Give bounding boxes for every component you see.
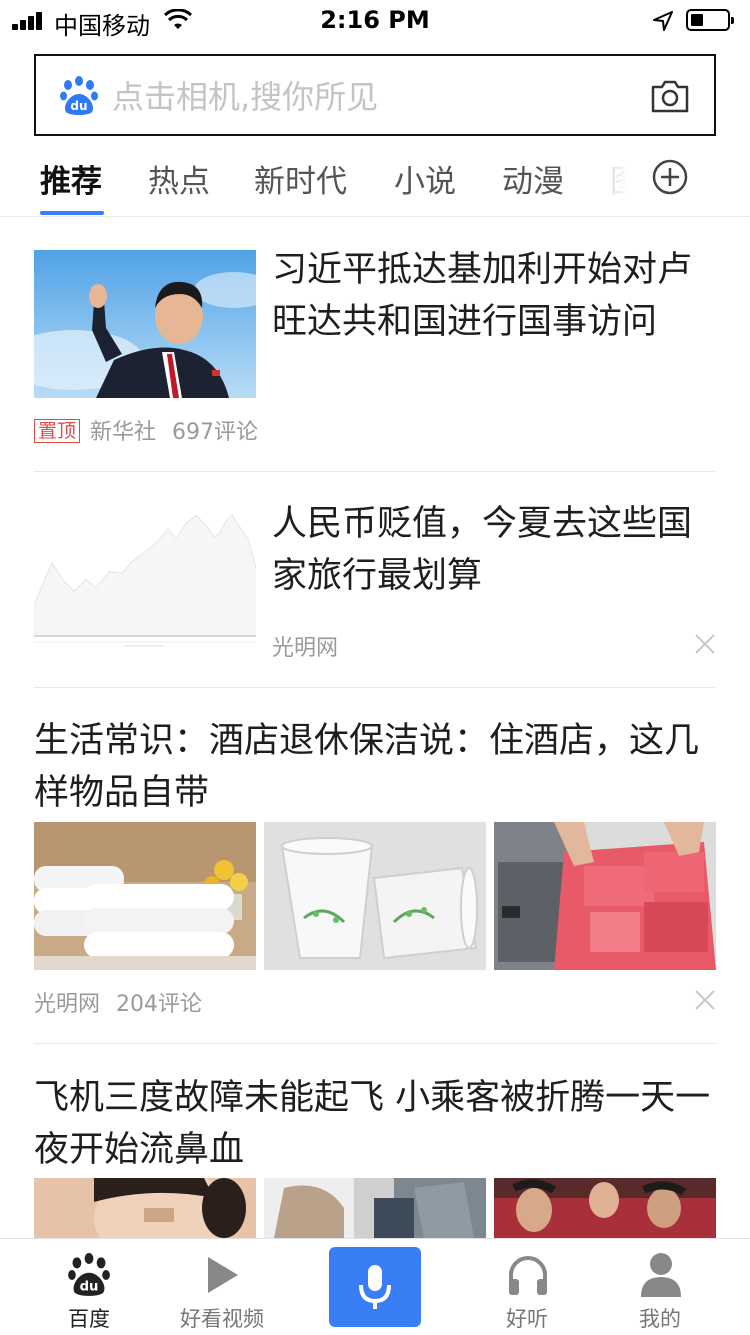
channel-tabs: 推荐 热点 新时代 小说 动漫 图 (0, 150, 750, 217)
feed-divider (34, 471, 716, 472)
baidu-paw-icon: du (60, 76, 98, 115)
news-title[interactable]: 飞机三度故障未能起飞 小乘客被折腾一天一夜开始流鼻血 (34, 1072, 724, 1176)
nav-profile-label: 我的 (639, 1307, 681, 1331)
search-input[interactable] (110, 70, 624, 124)
search-bar[interactable]: du (34, 54, 716, 136)
headphones-icon (509, 1256, 547, 1295)
dismiss-icon[interactable] (694, 633, 716, 655)
feed-divider (34, 1043, 716, 1044)
nav-haokan-video[interactable]: 好看视频 (167, 1239, 277, 1335)
news-thumbnail[interactable] (34, 500, 256, 652)
news-image[interactable] (494, 822, 716, 970)
nav-haoting-label: 好听 (506, 1307, 548, 1331)
nav-haokan-video-label: 好看视频 (180, 1307, 264, 1331)
news-comment-count: 204评论 (116, 992, 203, 1017)
voice-search-button[interactable] (329, 1247, 421, 1327)
battery-icon (686, 9, 734, 31)
svg-text:du: du (70, 99, 87, 113)
status-bar: 中国移动 2:16 PM (0, 0, 750, 40)
nav-haoting[interactable]: 好听 (472, 1239, 582, 1335)
news-image[interactable] (264, 1178, 486, 1238)
news-image[interactable] (34, 1178, 256, 1238)
baidu-paw-icon: du (68, 1253, 110, 1296)
news-meta: 光明网 (272, 630, 338, 662)
tab-anime[interactable]: 动漫 (502, 156, 564, 201)
active-tab-indicator (40, 211, 104, 215)
nav-baidu[interactable]: du 百度 (34, 1239, 144, 1335)
tab-hot[interactable]: 热点 (148, 156, 210, 201)
news-image[interactable] (264, 822, 486, 970)
news-source: 新华社 (90, 420, 157, 445)
news-source: 光明网 (272, 636, 339, 661)
news-source: 光明网 (34, 992, 101, 1017)
nav-baidu-label: 百度 (68, 1307, 110, 1331)
play-icon (208, 1257, 238, 1293)
add-channel-icon[interactable] (652, 159, 688, 195)
pinned-badge: 置顶 (34, 419, 81, 443)
news-title[interactable]: 人民币贬值，今夏去这些国家旅行最划算 (272, 498, 712, 602)
nav-profile[interactable]: 我的 (605, 1239, 715, 1335)
news-image[interactable] (494, 1178, 716, 1238)
tab-recommend[interactable]: 推荐 (40, 156, 102, 201)
status-time: 2:16 PM (320, 6, 430, 34)
news-image[interactable] (34, 822, 256, 970)
news-title[interactable]: 生活常识：酒店退休保洁说：住酒店，这几样物品自带 (34, 715, 716, 819)
news-thumbnail[interactable] (34, 250, 256, 398)
svg-text:du: du (80, 1279, 99, 1294)
dismiss-icon[interactable] (694, 989, 716, 1011)
tab-new-era[interactable]: 新时代 (254, 156, 347, 201)
bottom-navigation: du 百度 好看视频 好听 我的 (0, 1238, 750, 1335)
microphone-icon (359, 1265, 391, 1309)
news-meta: 光明网 204评论 (34, 986, 202, 1018)
news-meta: 置顶 新华社 697评论 (34, 414, 258, 446)
news-comment-count: 697评论 (172, 420, 259, 445)
user-icon (641, 1253, 681, 1297)
news-title[interactable]: 习近平抵达基加利开始对卢旺达共和国进行国事访问 (272, 244, 712, 348)
location-arrow-icon (653, 11, 673, 31)
feed-divider (34, 687, 716, 688)
camera-icon[interactable] (650, 78, 690, 114)
tab-novel[interactable]: 小说 (394, 156, 456, 201)
